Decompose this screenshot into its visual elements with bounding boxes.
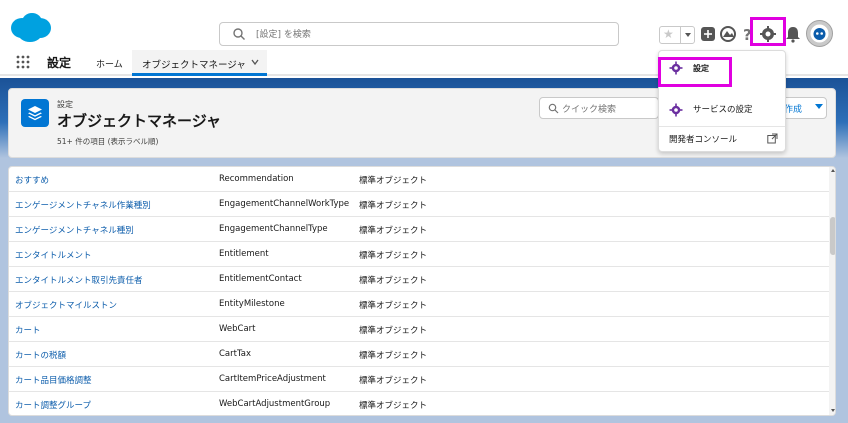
favorites-button[interactable]: ★ <box>659 26 695 44</box>
api-name: EntitlementContact <box>219 274 302 284</box>
table-row: オブジェクトマイルストン EntityMilestone 標準オブジェクト <box>9 292 829 317</box>
menu-item-service-setup-label: サービスの設定 <box>693 105 753 115</box>
object-type: 標準オブジェクト <box>359 276 428 286</box>
table-row: エンタイトルメント取引先責任者 EntitlementContact 標準オブジ… <box>9 267 829 292</box>
object-type: 標準オブジェクト <box>359 301 428 311</box>
quick-find-input[interactable]: クイック検索 <box>539 97 659 119</box>
table-row: エンゲージメントチャネル種別 EngagementChannelType 標準オ… <box>9 217 829 242</box>
table-row: おすすめ Recommendation 標準オブジェクト <box>9 167 829 192</box>
create-button[interactable]: 作成 <box>779 97 827 119</box>
object-label-link[interactable]: オブジェクトマイルストン <box>15 299 117 311</box>
page-title: オブジェクトマネージャ <box>57 112 221 130</box>
service-setup-gear-icon <box>669 103 683 117</box>
object-type: 標準オブジェクト <box>359 176 428 186</box>
object-label-link[interactable]: カート <box>15 324 41 336</box>
scrollbar-thumb[interactable] <box>830 217 835 255</box>
astro-avatar-icon <box>810 24 829 43</box>
object-table: おすすめ Recommendation 標準オブジェクト エンゲージメントチャネ… <box>8 166 836 416</box>
api-name: WebCart <box>219 324 256 334</box>
object-label-link[interactable]: エンゲージメントチャネル作業種別 <box>15 199 151 211</box>
tab-object-manager[interactable]: オブジェクトマネージャ <box>132 50 267 76</box>
table-row: カート品目価格調整 CartItemPriceAdjustment 標準オブジェ… <box>9 367 829 392</box>
notifications-bell-icon[interactable] <box>783 24 803 44</box>
tab-home[interactable]: ホーム <box>96 57 123 70</box>
object-label-link[interactable]: エンタイトルメント <box>15 249 92 261</box>
object-type: 標準オブジェクト <box>359 376 428 386</box>
object-label-link[interactable]: カート調整グループ <box>15 399 91 411</box>
star-icon: ★ <box>663 27 674 41</box>
app-launcher-icon[interactable] <box>16 55 30 69</box>
object-manager-icon <box>21 99 49 127</box>
chevron-down-icon <box>685 33 691 37</box>
setup-gear-highlight <box>750 17 786 46</box>
object-label-link[interactable]: おすすめ <box>15 174 49 186</box>
scroll-up-icon[interactable] <box>831 169 835 172</box>
global-header: [設定] を検索 ★ ? <box>0 0 848 50</box>
object-type: 標準オブジェクト <box>359 326 428 336</box>
search-placeholder: [設定] を検索 <box>256 30 311 40</box>
chevron-down-icon[interactable] <box>250 57 260 67</box>
object-label-link[interactable]: カート品目価格調整 <box>15 374 92 386</box>
api-name: Entitlement <box>219 249 269 259</box>
tab-object-manager-label: オブジェクトマネージャ <box>142 60 246 71</box>
table-row: エンゲージメントチャネル作業種別 EngagementChannelWorkTy… <box>9 192 829 217</box>
search-icon <box>548 103 559 114</box>
global-search[interactable]: [設定] を検索 <box>219 22 619 46</box>
quick-find-placeholder: クイック検索 <box>562 105 617 115</box>
chevron-down-icon <box>815 104 823 109</box>
api-name: CartTax <box>219 349 251 359</box>
scroll-down-icon[interactable] <box>831 409 835 412</box>
object-label-link[interactable]: エンタイトルメント取引先責任者 <box>15 274 143 286</box>
table-row: エンタイトルメント Entitlement 標準オブジェクト <box>9 242 829 267</box>
user-avatar[interactable] <box>806 20 833 47</box>
salesforce-logo[interactable] <box>8 11 52 43</box>
menu-item-developer-console[interactable]: 開発者コンソール <box>659 126 785 150</box>
menu-item-service-setup[interactable]: サービスの設定 <box>669 101 779 119</box>
setup-menu: 設定 サービスの設定 開発者コンソール <box>658 50 786 152</box>
menu-item-setup-label: 設定 <box>693 64 709 73</box>
object-type: 標準オブジェクト <box>359 251 428 261</box>
app-name: 設定 <box>47 56 72 70</box>
favorites-list-button[interactable] <box>680 27 694 43</box>
api-name: EntityMilestone <box>219 299 285 309</box>
item-count: 51+ 件の項目 (表示ラベル順) <box>57 137 159 146</box>
setup-gear-icon <box>669 61 683 75</box>
object-type: 標準オブジェクト <box>359 201 428 211</box>
table-row: カートの税額 CartTax 標準オブジェクト <box>9 342 829 367</box>
api-name: EngagementChannelWorkType <box>219 199 350 209</box>
external-link-icon <box>767 133 778 144</box>
object-type: 標準オブジェクト <box>359 226 428 236</box>
api-name: Recommendation <box>219 174 294 184</box>
global-actions-icon[interactable] <box>698 24 718 44</box>
api-name: WebCartAdjustmentGroup <box>219 399 331 409</box>
object-label-link[interactable]: カートの税額 <box>15 349 66 361</box>
object-label-link[interactable]: エンゲージメントチャネル種別 <box>15 224 134 236</box>
search-icon <box>233 28 245 40</box>
api-name: CartItemPriceAdjustment <box>219 374 326 384</box>
table-row: カート調整グループ WebCartAdjustmentGroup 標準オブジェク… <box>9 392 829 415</box>
object-type: 標準オブジェクト <box>359 401 428 411</box>
create-button-label: 作成 <box>784 105 803 115</box>
api-name: EngagementChannelType <box>219 224 328 234</box>
layers-icon <box>28 106 42 121</box>
menu-item-developer-console-label: 開発者コンソール <box>669 135 738 145</box>
menu-item-setup[interactable]: 設定 <box>669 59 729 79</box>
table-scrollbar[interactable] <box>829 167 835 415</box>
object-type: 標準オブジェクト <box>359 351 428 361</box>
breadcrumb-setup: 設定 <box>57 100 73 109</box>
table-row: カート WebCart 標準オブジェクト <box>9 317 829 342</box>
trailhead-icon[interactable] <box>718 24 738 44</box>
